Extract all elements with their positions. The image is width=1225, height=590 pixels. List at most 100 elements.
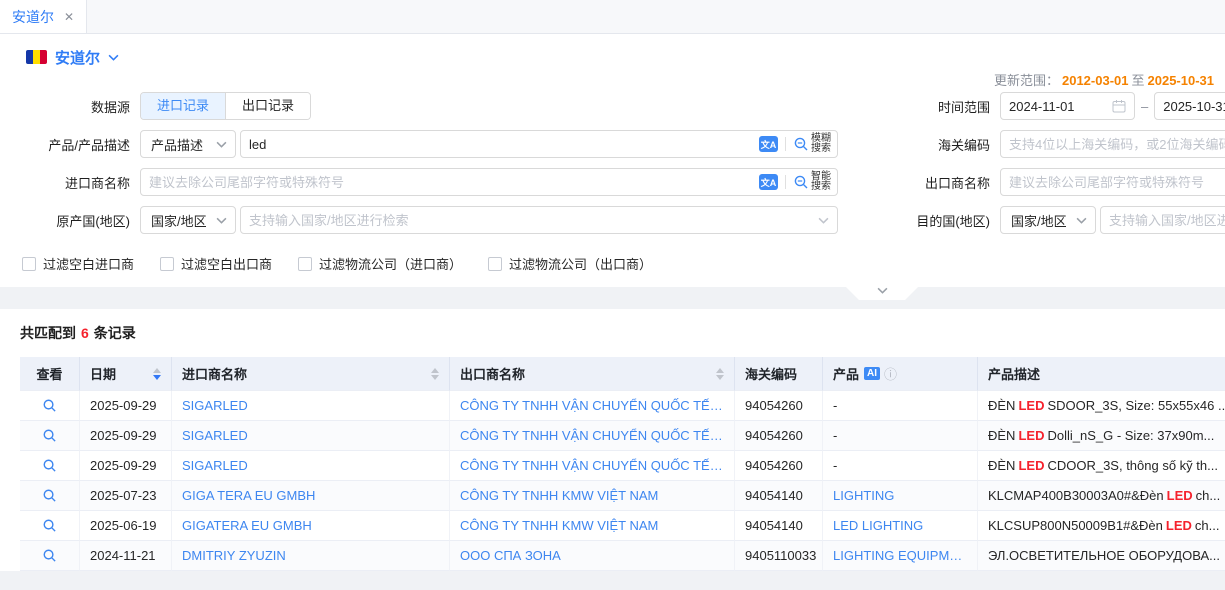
- exporter-link[interactable]: ООО СПА ЗОНА: [460, 548, 561, 563]
- search-hit: LED: [1167, 488, 1193, 503]
- translate-icon[interactable]: 文A: [759, 136, 778, 152]
- update-range-end: 2025-10-31: [1148, 73, 1215, 88]
- chevron-down-icon: [108, 54, 119, 61]
- exporter-input[interactable]: [1001, 170, 1225, 194]
- fuzzy-line2: 搜索: [811, 144, 831, 154]
- hs-code-input[interactable]: [1001, 132, 1225, 156]
- product-link[interactable]: LIGHTING: [833, 488, 894, 503]
- time-range-label: 时间范围: [838, 97, 990, 116]
- header-date[interactable]: 日期: [80, 357, 172, 391]
- export-records-toggle[interactable]: 出口记录: [225, 93, 310, 119]
- origin-mode-value: 国家/地区: [151, 211, 207, 230]
- checkbox-icon[interactable]: [160, 257, 174, 271]
- hs-cell: 94054260: [735, 421, 823, 451]
- view-record-button[interactable]: [42, 428, 57, 443]
- exporter-link[interactable]: CÔNG TY TNHH VẬN CHUYỂN QUỐC TẾ TI...: [460, 398, 724, 413]
- header-hs: 海关编码: [735, 357, 823, 391]
- country-name: 安道尔: [55, 47, 100, 68]
- update-range-start: 2012-03-01: [1062, 73, 1129, 88]
- origin-search-box: [240, 206, 838, 234]
- product-link[interactable]: LIGHTING EQUIPMENT: [833, 548, 967, 563]
- importer-link[interactable]: GIGATERA EU GMBH: [182, 518, 312, 533]
- country-selector[interactable]: 安道尔: [0, 34, 1225, 68]
- view-record-button[interactable]: [42, 488, 57, 503]
- start-date-input[interactable]: [1000, 92, 1135, 120]
- header-importer[interactable]: 进口商名称: [172, 357, 450, 391]
- hs-cell: 94054260: [735, 391, 823, 421]
- view-record-button[interactable]: [42, 458, 57, 473]
- exporter-link[interactable]: CÔNG TY TNHH VẬN CHUYỂN QUỐC TẾ TI...: [460, 428, 724, 443]
- filter-logistics-importer-checkbox[interactable]: 过滤物流公司（进口商）: [298, 254, 462, 273]
- product-search-input[interactable]: [241, 132, 759, 156]
- header-desc: 产品描述: [978, 357, 1225, 391]
- destination-search-box: [1100, 206, 1225, 234]
- checkbox-icon[interactable]: [298, 257, 312, 271]
- fuzzy-search-button[interactable]: 模糊 搜索: [811, 134, 831, 154]
- header-product-label: 产品: [833, 364, 859, 383]
- checkbox-label: 过滤物流公司（进口商）: [319, 254, 462, 273]
- filter-checkboxes: 过滤空白进口商 过滤空白出口商 过滤物流公司（进口商） 过滤物流公司（出口商）: [0, 254, 1225, 273]
- header-exporter[interactable]: 出口商名称: [450, 357, 735, 391]
- destination-mode-value: 国家/地区: [1011, 211, 1067, 230]
- desc-cell: KLCMAP400B30003A0#&ĐènLEDch...: [978, 481, 1225, 511]
- destination-input[interactable]: [1101, 208, 1225, 232]
- product-link[interactable]: LED LIGHTING: [833, 518, 923, 533]
- view-record-button[interactable]: [42, 398, 57, 413]
- update-range: 更新范围：2012-03-01至2025-10-31: [0, 70, 1225, 88]
- collapse-strip: [0, 287, 1225, 309]
- product-cell: -: [823, 421, 978, 451]
- count-number: 6: [81, 325, 89, 341]
- info-icon[interactable]: ⓘ: [884, 364, 897, 383]
- chevron-down-icon: [877, 287, 888, 294]
- exporter-link[interactable]: CÔNG TY TNHH VẬN CHUYỂN QUỐC TẾ TI...: [460, 458, 724, 473]
- exporter-link[interactable]: CÔNG TY TNHH KMW VIỆT NAM: [460, 518, 658, 533]
- importer-link[interactable]: SIGARLED: [182, 458, 248, 473]
- smart-line2: 搜索: [811, 182, 831, 192]
- sort-icons[interactable]: [716, 368, 724, 380]
- filter-logistics-exporter-checkbox[interactable]: 过滤物流公司（出口商）: [488, 254, 652, 273]
- andorra-flag-icon: [26, 50, 47, 64]
- checkbox-icon[interactable]: [22, 257, 36, 271]
- importer-link[interactable]: SIGARLED: [182, 428, 248, 443]
- close-icon[interactable]: ✕: [64, 10, 74, 24]
- checkbox-icon[interactable]: [488, 257, 502, 271]
- results-count: 共匹配到6条记录: [20, 323, 1225, 343]
- collapse-panel-handle[interactable]: [846, 287, 918, 300]
- divider: [785, 137, 786, 151]
- origin-input[interactable]: [241, 208, 831, 232]
- table-row: 2025-09-29 SIGARLED CÔNG TY TNHH VẬN CHU…: [20, 451, 1225, 481]
- sort-icons[interactable]: [431, 368, 439, 380]
- end-date-value[interactable]: [1163, 99, 1225, 114]
- chevron-down-icon: [1076, 217, 1087, 224]
- importer-link[interactable]: SIGARLED: [182, 398, 248, 413]
- exporter-link[interactable]: CÔNG TY TNHH KMW VIỆT NAM: [460, 488, 658, 503]
- import-records-toggle[interactable]: 进口记录: [141, 93, 225, 119]
- importer-link[interactable]: DMITRIY ZYUZIN: [182, 548, 286, 563]
- date-cell: 2025-07-23: [80, 481, 172, 511]
- product-type-select[interactable]: 产品描述: [140, 130, 236, 158]
- translate-icon[interactable]: 文A: [759, 174, 778, 190]
- sort-icons[interactable]: [153, 368, 161, 380]
- smart-search-icon[interactable]: [793, 174, 809, 190]
- importer-link[interactable]: GIGA TERA EU GMBH: [182, 488, 315, 503]
- view-record-button[interactable]: [42, 518, 57, 533]
- origin-mode-select[interactable]: 国家/地区: [140, 206, 236, 234]
- update-range-label: 更新范围：: [994, 73, 1059, 88]
- fuzzy-search-icon[interactable]: [793, 136, 809, 152]
- start-date-value[interactable]: [1009, 99, 1112, 114]
- smart-search-button[interactable]: 智能 搜索: [811, 172, 831, 192]
- filter-blank-importer-checkbox[interactable]: 过滤空白进口商: [22, 254, 134, 273]
- product-cell: -: [823, 451, 978, 481]
- desc-cell: KLCSUP800N50009B1#&ĐènLEDch...: [978, 511, 1225, 541]
- importer-input[interactable]: [141, 170, 759, 194]
- count-prefix: 共匹配到: [20, 325, 76, 341]
- end-date-input[interactable]: [1154, 92, 1225, 120]
- date-cell: 2025-09-29: [80, 421, 172, 451]
- table-row: 2025-06-19 GIGATERA EU GMBH CÔNG TY TNHH…: [20, 511, 1225, 541]
- header-exporter-label: 出口商名称: [460, 364, 525, 383]
- data-source-toggle: 进口记录 出口记录: [140, 92, 311, 120]
- view-record-button[interactable]: [42, 548, 57, 563]
- tab-andorra[interactable]: 安道尔 ✕: [0, 0, 87, 33]
- destination-mode-select[interactable]: 国家/地区: [1000, 206, 1096, 234]
- filter-blank-exporter-checkbox[interactable]: 过滤空白出口商: [160, 254, 272, 273]
